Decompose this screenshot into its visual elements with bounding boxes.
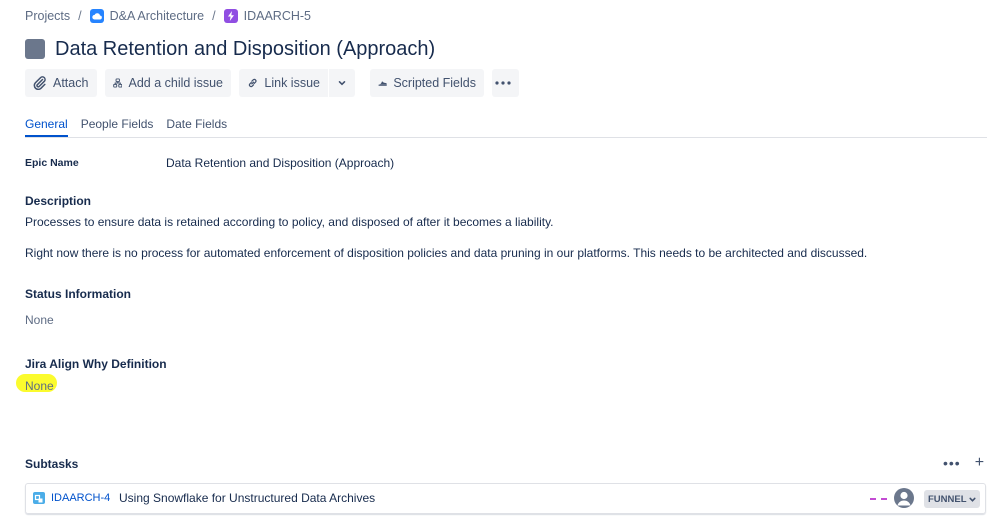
subtasks-heading: Subtasks bbox=[25, 457, 79, 471]
jira-align-why-value[interactable]: None bbox=[25, 379, 54, 393]
epic-icon bbox=[223, 9, 238, 23]
scripted-fields-button[interactable]: Scripted Fields bbox=[370, 69, 484, 97]
issue-toolbar: Attach Add a child issue Link issue Scri… bbox=[25, 69, 527, 97]
jira-align-why-heading: Jira Align Why Definition bbox=[25, 357, 167, 371]
breadcrumb-projects[interactable]: Projects bbox=[25, 9, 70, 23]
breadcrumb-separator: / bbox=[212, 9, 216, 23]
status-label: FUNNEL bbox=[928, 493, 967, 505]
link-issue-dropdown[interactable] bbox=[329, 69, 355, 97]
status-information-heading: Status Information bbox=[25, 287, 132, 301]
field-tabs: General People Fields Date Fields bbox=[25, 115, 987, 138]
subtask-key[interactable]: IDAARCH-4 bbox=[51, 492, 110, 504]
subtask-row[interactable]: IDAARCH-4 Using Snowflake for Unstructur… bbox=[25, 483, 986, 514]
epic-type-icon[interactable] bbox=[25, 39, 45, 59]
tab-general[interactable]: General bbox=[25, 115, 68, 137]
cloud-icon bbox=[89, 9, 104, 23]
description-line-1[interactable]: Processes to ensure data is retained acc… bbox=[25, 215, 554, 229]
attach-label: Attach bbox=[53, 76, 89, 90]
description-heading: Description bbox=[25, 194, 92, 208]
more-actions-button[interactable] bbox=[492, 69, 519, 97]
hierarchy-icon bbox=[113, 78, 123, 88]
add-child-issue-button[interactable]: Add a child issue bbox=[105, 69, 231, 97]
avatar[interactable] bbox=[894, 488, 914, 508]
tab-people-fields[interactable]: People Fields bbox=[81, 115, 154, 137]
subtasks-actions: ••• + bbox=[943, 455, 984, 472]
status-information-value[interactable]: None bbox=[25, 313, 54, 327]
attach-button[interactable]: Attach bbox=[25, 69, 97, 97]
issue-title[interactable]: Data Retention and Disposition (Approach… bbox=[55, 36, 435, 62]
subtask-type-icon bbox=[33, 492, 45, 504]
paperclip-icon bbox=[33, 76, 46, 90]
priority-icon bbox=[870, 498, 887, 500]
breadcrumb-project[interactable]: D&A Architecture bbox=[89, 9, 205, 23]
breadcrumb-issue-label: IDAARCH-5 bbox=[243, 9, 311, 23]
breadcrumb-project-label: D&A Architecture bbox=[109, 9, 205, 23]
breadcrumb-separator: / bbox=[78, 9, 82, 23]
tab-date-fields[interactable]: Date Fields bbox=[166, 115, 227, 137]
status-badge[interactable]: FUNNEL bbox=[924, 490, 980, 508]
sneaker-icon bbox=[378, 81, 387, 86]
breadcrumb-issue[interactable]: IDAARCH-5 bbox=[223, 9, 311, 23]
more-icon bbox=[494, 81, 511, 85]
breadcrumb: Projects / D&A Architecture / IDAARCH-5 bbox=[25, 7, 311, 25]
link-issue-button[interactable]: Link issue bbox=[239, 69, 328, 97]
add-child-issue-label: Add a child issue bbox=[128, 76, 223, 90]
scripted-fields-label: Scripted Fields bbox=[393, 76, 476, 90]
subtask-summary[interactable]: Using Snowflake for Unstructured Data Ar… bbox=[119, 491, 375, 505]
epic-name-value[interactable]: Data Retention and Disposition (Approach… bbox=[166, 156, 394, 170]
epic-name-label: Epic Name bbox=[25, 157, 79, 169]
link-icon bbox=[248, 78, 257, 88]
link-issue-label: Link issue bbox=[264, 76, 320, 90]
chevron-down-icon bbox=[968, 497, 976, 502]
add-subtask-button[interactable]: + bbox=[975, 455, 984, 471]
subtasks-more-button[interactable]: ••• bbox=[943, 455, 961, 471]
chevron-down-icon bbox=[338, 81, 346, 86]
description-line-2[interactable]: Right now there is no process for automa… bbox=[25, 246, 867, 260]
